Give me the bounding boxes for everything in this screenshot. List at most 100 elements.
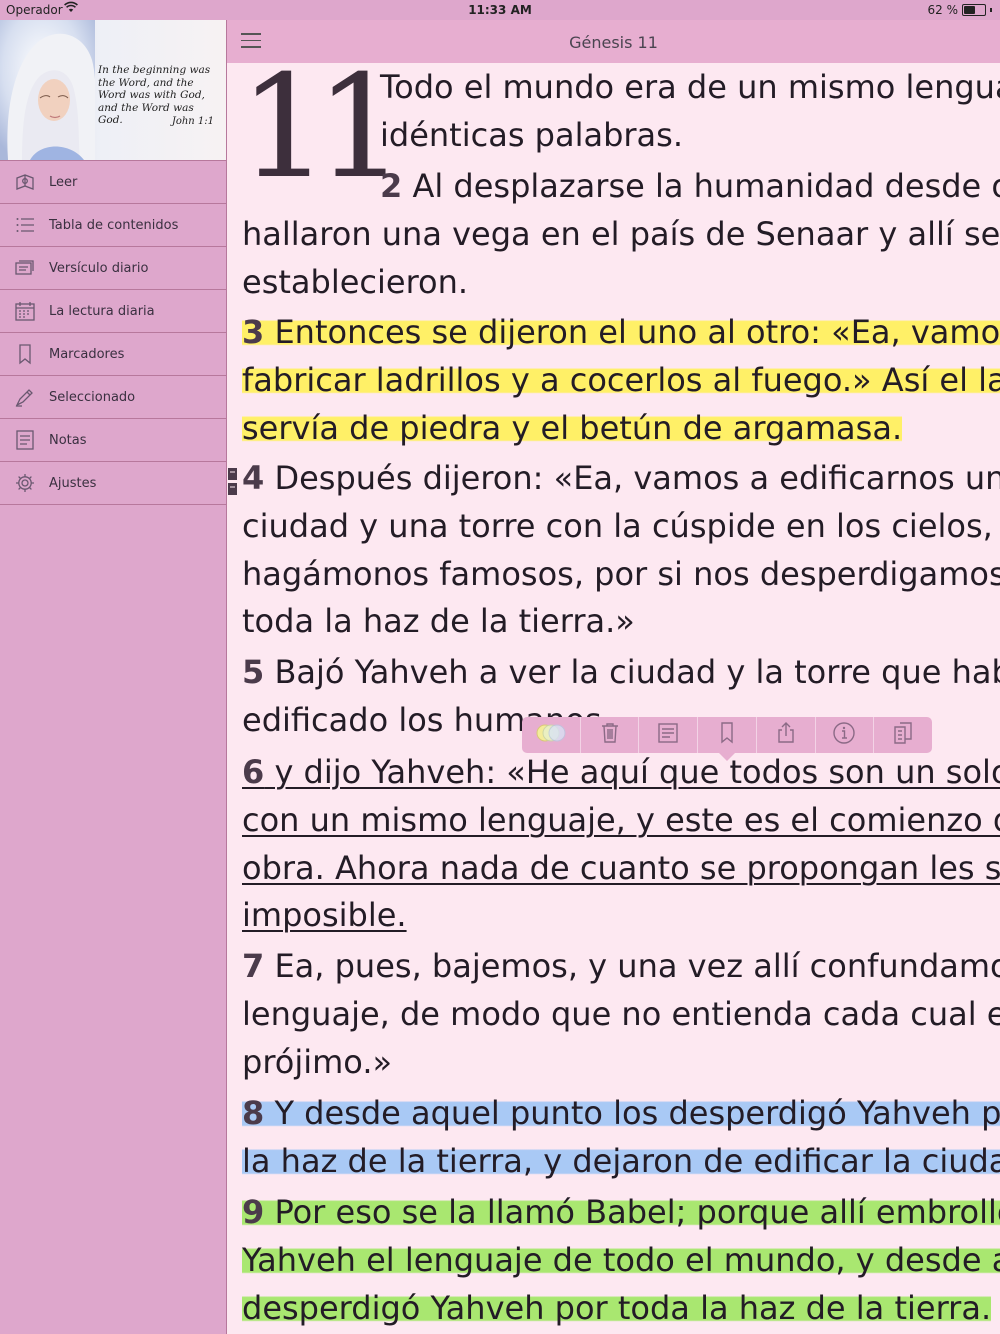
verse-text-run: establecieron. bbox=[242, 263, 468, 301]
verse-text-run: toda la haz de la tierra.» bbox=[242, 602, 635, 640]
verse-line[interactable]: 6 y dijo Yahveh: «He aquí que todos son … bbox=[242, 752, 1000, 792]
sidebar-item-tabla-de-contenidos[interactable]: Tabla de contenidos bbox=[0, 204, 226, 247]
banner-reference: John 1:1 bbox=[171, 116, 214, 127]
battery-indicator: 62 % bbox=[928, 3, 992, 17]
verse-line-text: hallaron una vega en el país de Senaar y… bbox=[242, 215, 1000, 253]
verse-line[interactable]: toda la haz de la tierra.» bbox=[242, 601, 635, 641]
delete-button[interactable] bbox=[581, 717, 640, 753]
sidebar-item-label: Leer bbox=[49, 174, 78, 190]
verse-text-run: lenguaje, de modo que no entienda cada c… bbox=[242, 995, 1000, 1033]
verse-line[interactable]: lenguaje, de modo que no entienda cada c… bbox=[242, 994, 1000, 1034]
verse-line-text: Al desplazarse la humanidad desde orient… bbox=[412, 167, 1000, 205]
verse-line[interactable]: idénticas palabras. bbox=[380, 115, 683, 155]
highlighted-text-underline: imposible. bbox=[242, 896, 407, 934]
verse-line[interactable]: fabricar ladrillos y a cocerlos al fuego… bbox=[242, 360, 1000, 400]
verse-line[interactable]: desperdigó Yahveh por toda la haz de la … bbox=[242, 1288, 992, 1328]
verse-line-text: establecieron. bbox=[242, 263, 469, 301]
color-circles-icon bbox=[533, 721, 569, 749]
sidebar-item-ajustes[interactable]: Ajustes bbox=[0, 462, 226, 505]
verse-line[interactable]: hagámonos famosos, por si nos desperdiga… bbox=[242, 554, 1000, 594]
verse-line-text: idénticas palabras. bbox=[380, 116, 683, 154]
verse-line-text: Después dijeron: «Ea, vamos a edificarno… bbox=[264, 459, 1000, 497]
verse-line[interactable]: Yahveh el lenguaje de todo el mundo, y d… bbox=[242, 1240, 1000, 1280]
verse-line[interactable]: prójimo.» bbox=[242, 1042, 392, 1082]
verse-line-text: Ea, pues, bajemos, y una vez allí confun… bbox=[264, 947, 1000, 985]
sidebar-banner: In the beginning was the Word, and the W… bbox=[0, 20, 226, 160]
verse-text-run: ciudad y una torre con la cúspide en los… bbox=[242, 507, 1000, 545]
battery-icon bbox=[962, 4, 986, 16]
verse-text-run: hallaron una vega en el país de Senaar y… bbox=[242, 215, 1000, 253]
highlighted-text-green: 9 Por eso se la llamó Babel; porque allí… bbox=[242, 1193, 1000, 1231]
sidebar-item-versiculo-diario[interactable]: Versículo diario bbox=[0, 247, 226, 290]
verse-line-text: obra. Ahora nada de cuanto se propongan … bbox=[242, 849, 1000, 887]
calendar-icon bbox=[13, 300, 37, 322]
sidebar-item-label: La lectura diaria bbox=[49, 303, 155, 319]
verse-text-run: prójimo.» bbox=[242, 1043, 392, 1081]
verse-line[interactable]: obra. Ahora nada de cuanto se propongan … bbox=[242, 848, 1000, 888]
sidebar-item-label: Ajustes bbox=[49, 475, 97, 491]
sidebar-item-seleccionado[interactable]: Seleccionado bbox=[0, 376, 226, 419]
verse-number: 5 bbox=[242, 653, 265, 691]
status-bar: Operador 11:33 AM 62 % bbox=[0, 0, 1000, 20]
verse-line-text: desperdigó Yahveh por toda la haz de la … bbox=[242, 1289, 992, 1327]
highlighted-text-yellow: servía de piedra y el betún de argamasa. bbox=[242, 409, 903, 447]
verse-text-run: 7 Ea, pues, bajemos, y una vez allí conf… bbox=[242, 947, 1000, 985]
verse-number: 3 bbox=[242, 313, 265, 351]
verse-line-text: Por eso se la llamó Babel; porque allí e… bbox=[264, 1193, 1000, 1231]
verse-line[interactable]: 3 Entonces se dijeron el uno al otro: «E… bbox=[242, 312, 1000, 352]
verse-line-text: la haz de la tierra, y dejaron de edific… bbox=[242, 1142, 1000, 1180]
verse-line-text: fabricar ladrillos y a cocerlos al fuego… bbox=[242, 361, 1000, 399]
sidebar-item-label: Marcadores bbox=[49, 346, 125, 362]
verse-line[interactable]: imposible. bbox=[242, 895, 407, 935]
color-picker-button[interactable] bbox=[522, 717, 581, 753]
verse-text-run: idénticas palabras. bbox=[380, 116, 683, 154]
verse-line[interactable]: 5 Bajó Yahveh a ver la ciudad y la torre… bbox=[242, 652, 1000, 692]
verse-number: 8 bbox=[242, 1094, 265, 1132]
share-button[interactable] bbox=[757, 717, 816, 753]
verse-line-text: Entonces se dijeron el uno al otro: «Ea,… bbox=[264, 313, 1000, 351]
clock: 11:33 AM bbox=[468, 3, 532, 17]
sidebar-item-label: Versículo diario bbox=[49, 260, 149, 276]
verse-text-run: 4 Después dijeron: «Ea, vamos a edificar… bbox=[242, 459, 1000, 497]
trash-icon bbox=[598, 721, 622, 749]
verse-line-text: y dijo Yahveh: «He aquí que todos son un… bbox=[274, 753, 1000, 791]
note-button[interactable] bbox=[639, 717, 699, 753]
bookmark-marker-icon bbox=[228, 468, 237, 495]
verse-line[interactable]: 2 Al desplazarse la humanidad desde orie… bbox=[380, 166, 1000, 206]
verse-line[interactable]: Todo el mundo era de un mismo lenguaje e bbox=[380, 67, 1000, 107]
verse-line[interactable]: servía de piedra y el betún de argamasa. bbox=[242, 408, 903, 448]
verse-line[interactable]: 7 Ea, pues, bajemos, y una vez allí conf… bbox=[242, 946, 1000, 986]
info-button[interactable] bbox=[816, 717, 875, 753]
bookmark-button[interactable] bbox=[698, 717, 757, 753]
page-title: Génesis 11 bbox=[569, 33, 658, 52]
highlighted-text-green: desperdigó Yahveh por toda la haz de la … bbox=[242, 1289, 992, 1327]
verse-line[interactable]: hallaron una vega en el país de Senaar y… bbox=[242, 214, 1000, 254]
sidebar-menu: Leer Tabla de contenidos Versículo diario L… bbox=[0, 160, 226, 505]
highlighted-text-underline: con un mismo lenguaje, y este es el comi… bbox=[242, 801, 1000, 839]
verse-line[interactable]: la haz de la tierra, y dejaron de edific… bbox=[242, 1141, 1000, 1181]
daily-verse-icon bbox=[13, 257, 37, 279]
chapter-reader[interactable]: 11 Todo el mundo era de un mismo lenguaj… bbox=[227, 63, 1000, 1334]
verse-line[interactable]: con un mismo lenguaje, y este es el comi… bbox=[242, 800, 1000, 840]
verse-text-run: hagámonos famosos, por si nos desperdiga… bbox=[242, 555, 1000, 593]
verse-line[interactable]: 8 Y desde aquel punto los desperdigó Yah… bbox=[242, 1093, 1000, 1133]
verse-line-text: servía de piedra y el betún de argamasa. bbox=[242, 409, 903, 447]
navigation-bar: Génesis 11 bbox=[227, 20, 1000, 63]
sidebar-item-la-lectura-diaria[interactable]: La lectura diaria bbox=[0, 290, 226, 333]
sidebar-item-leer[interactable]: Leer bbox=[0, 161, 226, 204]
verse-line-text: prójimo.» bbox=[242, 1043, 393, 1081]
sidebar-item-notas[interactable]: Notas bbox=[0, 419, 226, 462]
sidebar-item-marcadores[interactable]: Marcadores bbox=[0, 333, 226, 376]
verse-line[interactable]: 4 Después dijeron: «Ea, vamos a edificar… bbox=[242, 458, 1000, 498]
verse-line[interactable]: ciudad y una torre con la cúspide en los… bbox=[242, 506, 1000, 546]
verse-line-text: toda la haz de la tierra.» bbox=[242, 602, 635, 640]
verse-line-text: Bajó Yahveh a ver la ciudad y la torre q… bbox=[264, 653, 1000, 691]
sidebar-item-label: Notas bbox=[49, 432, 87, 448]
verse-line[interactable]: 9 Por eso se la llamó Babel; porque allí… bbox=[242, 1192, 1000, 1232]
battery-tip bbox=[990, 8, 992, 12]
copy-button[interactable] bbox=[874, 717, 932, 753]
verse-line-text: ciudad y una torre con la cúspide en los… bbox=[242, 507, 1000, 545]
verse-line[interactable]: establecieron. bbox=[242, 262, 468, 302]
sidebar: In the beginning was the Word, and the W… bbox=[0, 20, 227, 1334]
chapter-number: 11 bbox=[239, 63, 406, 210]
